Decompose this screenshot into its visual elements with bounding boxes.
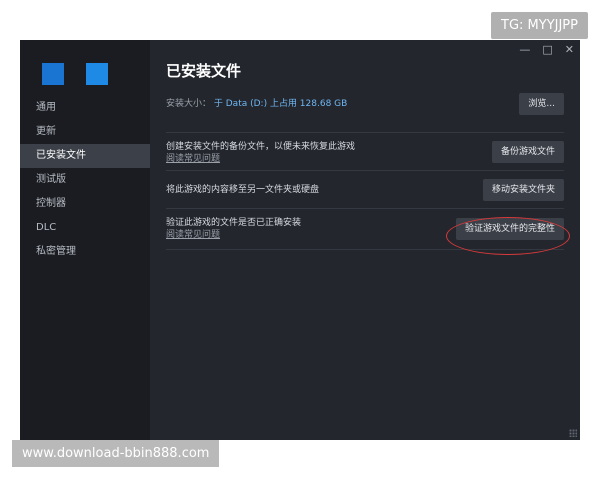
- backup-game-files-button[interactable]: 备份游戏文件: [491, 141, 564, 163]
- move-row: 将此游戏的内容移至另一文件夹或硬盘 移动安装文件夹: [166, 170, 564, 209]
- install-size-value: 于 Data (D:) 上占用 128.68 GB: [213, 99, 348, 109]
- install-size-label: 安装大小：: [166, 99, 212, 109]
- backup-row: 创建安装文件的备份文件，以便未来恢复此游戏 阅读常见问题 备份游戏文件: [166, 132, 564, 171]
- main-panel: — □ ✕ 已安装文件 安装大小： 于 Data (D:) 上占用 128.68…: [150, 40, 580, 440]
- game-logo-tile-left: [42, 63, 64, 85]
- window-controls: — □ ✕: [519, 43, 574, 56]
- steam-properties-window: 通用 更新 已安装文件 测试版 控制器 DLC 私密管理 — □ ✕ 已安装文件…: [20, 40, 580, 440]
- minimize-icon[interactable]: —: [519, 43, 530, 56]
- sidebar-item-dlc[interactable]: DLC: [20, 216, 150, 240]
- sidebar-item-installed-files[interactable]: 已安装文件: [20, 144, 150, 168]
- sidebar-item-controller[interactable]: 控制器: [20, 192, 150, 216]
- move-description: 将此游戏的内容移至另一文件夹或硬盘: [166, 185, 320, 195]
- watermark-bottom-left: www.download-bbin888.com: [12, 440, 220, 467]
- verify-texts: 验证此游戏的文件是否已正确安装 阅读常见问题: [166, 217, 301, 241]
- sidebar-item-privacy[interactable]: 私密管理: [20, 240, 150, 264]
- backup-texts: 创建安装文件的备份文件，以便未来恢复此游戏 阅读常见问题: [166, 141, 355, 165]
- backup-faq-link[interactable]: 阅读常见问题: [166, 153, 355, 165]
- sidebar-item-general[interactable]: 通用: [20, 96, 150, 120]
- backup-description: 创建安装文件的备份文件，以便未来恢复此游戏: [166, 142, 356, 152]
- sidebar: 通用 更新 已安装文件 测试版 控制器 DLC 私密管理: [20, 40, 150, 440]
- sidebar-nav: 通用 更新 已安装文件 测试版 控制器 DLC 私密管理: [20, 96, 150, 264]
- sidebar-item-betas[interactable]: 测试版: [20, 168, 150, 192]
- move-texts: 将此游戏的内容移至另一文件夹或硬盘: [166, 184, 319, 196]
- browse-button[interactable]: 浏览...: [519, 93, 564, 115]
- verify-faq-link[interactable]: 阅读常见问题: [166, 229, 301, 241]
- game-logo-tile-right: [86, 63, 108, 85]
- red-highlight-ellipse: [446, 217, 570, 255]
- watermark-top-right: TG: MYYJJPP: [491, 12, 588, 39]
- verify-description: 验证此游戏的文件是否已正确安装: [166, 218, 302, 228]
- close-icon[interactable]: ✕: [565, 43, 574, 56]
- resize-grip-icon[interactable]: [569, 429, 577, 437]
- sidebar-item-updates[interactable]: 更新: [20, 120, 150, 144]
- install-size-line: 安装大小： 于 Data (D:) 上占用 128.68 GB: [166, 96, 347, 109]
- move-install-folder-button[interactable]: 移动安装文件夹: [482, 179, 564, 201]
- maximize-icon[interactable]: □: [542, 43, 552, 56]
- page-title: 已安装文件: [166, 62, 242, 80]
